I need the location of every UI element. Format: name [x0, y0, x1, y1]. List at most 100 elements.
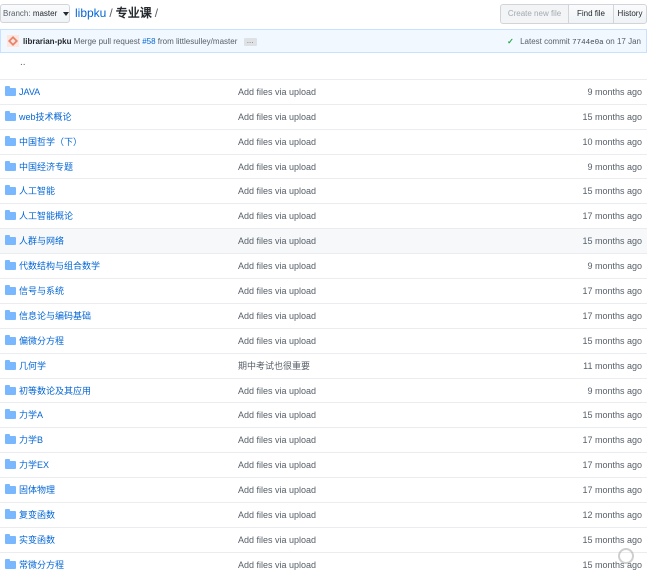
commit-message-link[interactable]: Add files via upload	[238, 210, 316, 222]
file-row[interactable]: 中国哲学（下） Add files via upload 10 months ago	[0, 128, 647, 154]
folder-name-link[interactable]: 复变函数	[19, 509, 55, 521]
folder-icon	[5, 434, 16, 445]
file-row[interactable]: 复变函数 Add files via upload 12 months ago	[0, 502, 647, 527]
file-row[interactable]: 信息论与编码基础 Add files via upload 17 months ag…	[0, 302, 647, 328]
commit-message-link[interactable]: Add files via upload	[238, 161, 316, 173]
commit-message-link[interactable]: Add files via upload	[238, 310, 316, 322]
commit-age: 9 months ago	[587, 385, 642, 396]
commit-age: 9 months ago	[587, 161, 642, 172]
folder-name-link[interactable]: 代数结构与组合数学	[19, 260, 100, 272]
commit-message-link[interactable]: Add files via upload	[238, 459, 316, 471]
folder-icon	[5, 210, 16, 221]
commit-message-link[interactable]: Add files via upload	[238, 136, 316, 148]
folder-icon	[5, 309, 16, 320]
commit-sha-link[interactable]: 7744e0a	[572, 39, 604, 47]
breadcrumb-separator: /	[109, 6, 113, 20]
watermark	[618, 548, 637, 564]
commit-message-link[interactable]: Add files via upload	[238, 434, 316, 446]
folder-name-link[interactable]: 力学A	[19, 409, 43, 421]
folder-name-link[interactable]: web技术概论	[19, 111, 72, 123]
file-row[interactable]: 中国经济专题 Add files via upload 9 months ago	[0, 153, 647, 179]
parent-dir-row[interactable]: ..	[0, 54, 647, 79]
commit-message-link[interactable]: Add files via upload	[238, 484, 316, 496]
avatar[interactable]	[7, 35, 19, 47]
breadcrumb-repo-link[interactable]: libpku	[75, 6, 106, 20]
file-navigation: Branch: master libpku / 专业课 / Create new fi…	[0, 0, 647, 28]
folder-icon	[5, 185, 16, 196]
commit-message-link[interactable]: Add files via upload	[238, 111, 316, 123]
latest-commit-bar: librarian-pku Merge pull request #58 fro…	[0, 29, 647, 53]
branch-select-button[interactable]: Branch: master	[0, 4, 70, 23]
parent-dir-link[interactable]: ..	[20, 57, 26, 69]
commit-message-link[interactable]: Add files via upload	[238, 559, 316, 571]
commit-message-link[interactable]: Add files via upload	[238, 335, 316, 347]
folder-icon	[5, 334, 16, 345]
folder-name-link[interactable]: 力学B	[19, 434, 43, 446]
commit-message-link[interactable]: Add files via upload	[238, 534, 316, 546]
folder-name-link[interactable]: 常微分方程	[19, 559, 64, 571]
commit-age: 15 months ago	[582, 186, 642, 197]
folder-name-link[interactable]: 实变函数	[19, 534, 55, 546]
folder-name-link[interactable]: 力学EX	[19, 459, 49, 471]
commit-age: 17 months ago	[582, 435, 642, 446]
file-row[interactable]: 力学B Add files via upload 17 months ago	[0, 427, 647, 452]
folder-name-link[interactable]: 中国哲学（下）	[19, 136, 82, 148]
file-row[interactable]: 力学A Add files via upload 15 months ago	[0, 402, 647, 427]
commit-message-link[interactable]: Add files via upload	[238, 409, 316, 421]
file-row[interactable]: 代数结构与组合数学 Add files via upload 9 months ag…	[0, 253, 647, 278]
commit-message-link[interactable]: 期中考试也很重要	[238, 360, 310, 372]
create-new-file-button[interactable]: Create new file	[500, 4, 569, 24]
commit-date: on 17 Jan	[605, 37, 641, 46]
branch-name: master	[32, 9, 58, 18]
folder-name-link[interactable]: 固体物理	[19, 484, 55, 496]
pull-request-link[interactable]: #58	[142, 37, 155, 46]
folder-name-link[interactable]: 信号与系统	[19, 285, 64, 297]
file-row[interactable]: 人群与网络 Add files via upload 15 months ago	[0, 228, 647, 254]
folder-name-link[interactable]: 初等数论及其应用	[19, 385, 91, 397]
commit-author-link[interactable]: librarian-pku	[23, 37, 71, 46]
folder-icon	[5, 135, 16, 146]
check-icon: ✓	[507, 37, 514, 46]
folder-name-link[interactable]: 中国经济专题	[19, 161, 73, 173]
file-row[interactable]: JAVA Add files via upload 9 months ago	[0, 78, 647, 104]
folder-name-link[interactable]: 人工智能概论	[19, 210, 73, 222]
history-button[interactable]: History	[613, 4, 647, 24]
file-row[interactable]: web技术概论 Add files via upload 15 months ago	[0, 103, 647, 129]
commit-age: 9 months ago	[587, 86, 642, 97]
folder-name-link[interactable]: 人群与网络	[19, 235, 64, 247]
file-row[interactable]: 人工智能 Add files via upload 15 months ago	[0, 178, 647, 203]
folder-icon	[5, 459, 16, 470]
file-row[interactable]: 人工智能概论 Add files via upload 17 months ago	[0, 203, 647, 228]
commit-message-link[interactable]: Add files via upload	[238, 185, 316, 197]
file-row[interactable]: 偏微分方程 Add files via upload 15 months ago	[0, 327, 647, 353]
commit-age: 17 months ago	[582, 460, 642, 471]
file-row[interactable]: 几何学 期中考试也很重要 11 months ago	[0, 352, 647, 378]
folder-name-link[interactable]: 信息论与编码基础	[19, 310, 91, 322]
file-row[interactable]: 常微分方程 Add files via upload 15 months ago	[0, 551, 647, 577]
folder-name-link[interactable]: 偏微分方程	[19, 335, 64, 347]
folder-name-link[interactable]: 几何学	[19, 360, 46, 372]
commit-message-link[interactable]: Add files via upload	[238, 285, 316, 297]
commit-message-link[interactable]: Add files via upload	[238, 260, 316, 272]
watermark-logo-icon	[618, 548, 634, 564]
file-row[interactable]: 初等数论及其应用 Add files via upload 9 months ago	[0, 377, 647, 403]
commit-message: librarian-pku Merge pull request #58 fro…	[23, 36, 257, 47]
commit-age: 15 months ago	[582, 111, 642, 122]
commit-message-link[interactable]: Add files via upload	[238, 385, 316, 397]
folder-icon	[5, 260, 16, 271]
commit-message-link[interactable]: Add files via upload	[238, 235, 316, 247]
commit-message-link[interactable]: Add files via upload	[238, 86, 316, 98]
folder-name-link[interactable]: 人工智能	[19, 185, 55, 197]
folder-icon	[5, 409, 16, 420]
folder-name-link[interactable]: JAVA	[19, 86, 40, 98]
commit-message-link[interactable]: Add files via upload	[238, 509, 316, 521]
file-row[interactable]: 固体物理 Add files via upload 17 months ago	[0, 477, 647, 502]
commit-age: 10 months ago	[582, 136, 642, 147]
find-file-button[interactable]: Find file	[568, 4, 614, 24]
folder-icon	[5, 235, 16, 246]
file-row[interactable]: 信号与系统 Add files via upload 17 months ago	[0, 278, 647, 303]
breadcrumb-current-dir: 专业课	[115, 6, 152, 20]
file-row[interactable]: 力学EX Add files via upload 17 months ago	[0, 452, 647, 477]
file-row[interactable]: 实变函数 Add files via upload 15 months ago	[0, 526, 647, 552]
expand-commit-button[interactable]: …	[243, 37, 257, 46]
